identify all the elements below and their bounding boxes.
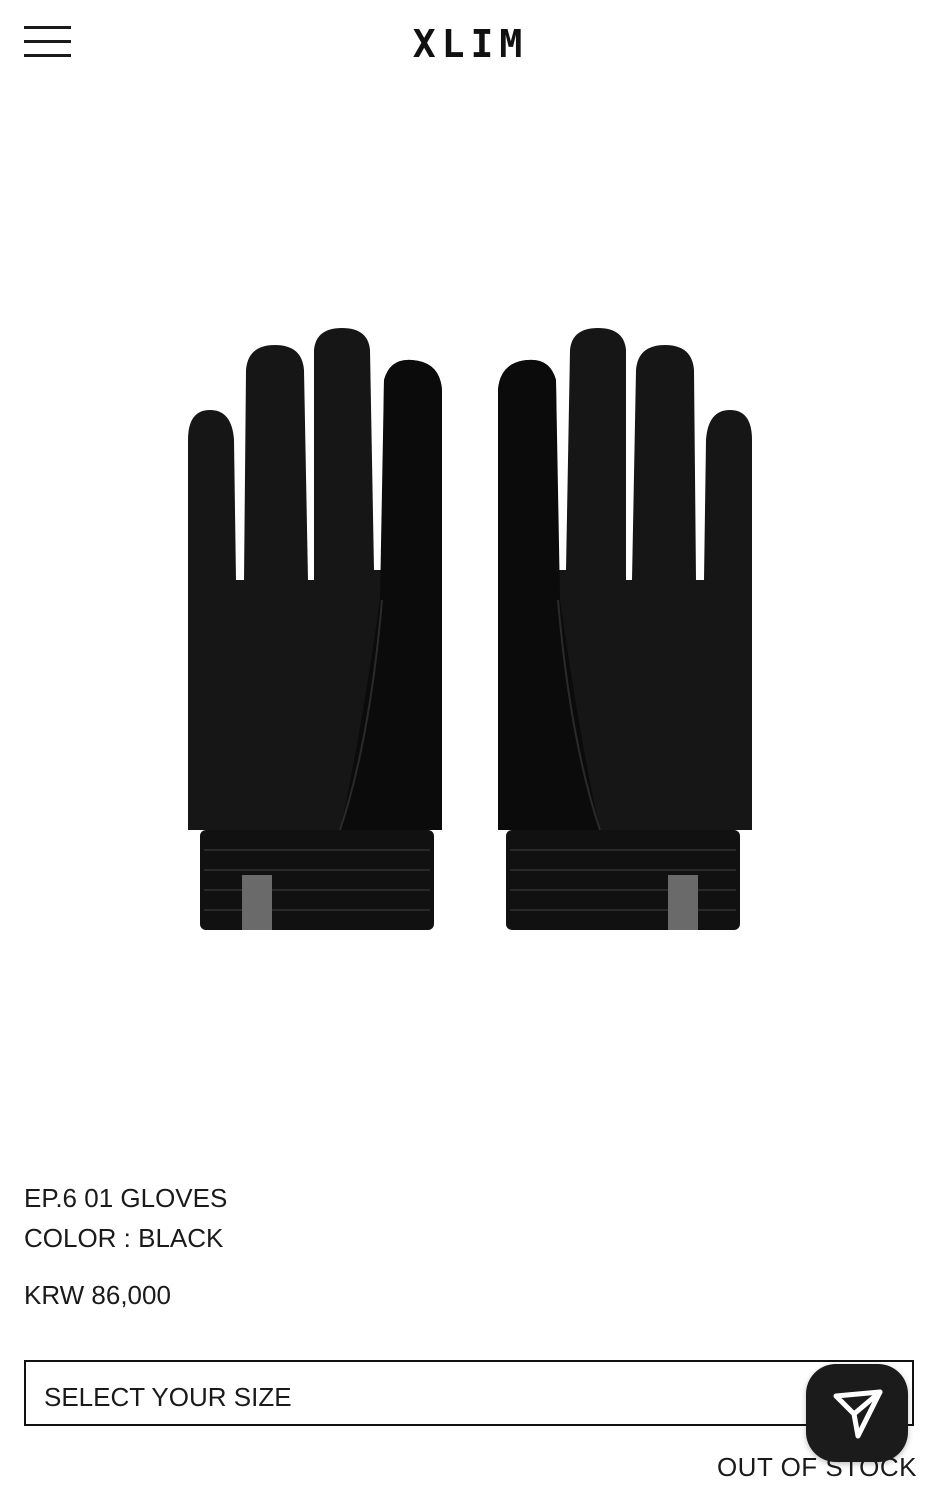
product-image [170,310,770,950]
send-arrow-icon [833,1389,883,1439]
header: XLIM [0,0,941,90]
product-name: EP.6 01 GLOVES [24,1183,228,1213]
right-glove-image [498,328,752,930]
product-price: KRW 86,000 [24,1280,171,1310]
product-color: COLOR : BLACK [24,1223,224,1253]
left-glove-image [188,328,442,930]
size-select[interactable]: SELECT YOUR SIZE [24,1360,914,1426]
send-button[interactable] [806,1364,908,1462]
size-select-label: SELECT YOUR SIZE [44,1382,292,1412]
brand-logo[interactable]: XLIM [0,22,941,66]
